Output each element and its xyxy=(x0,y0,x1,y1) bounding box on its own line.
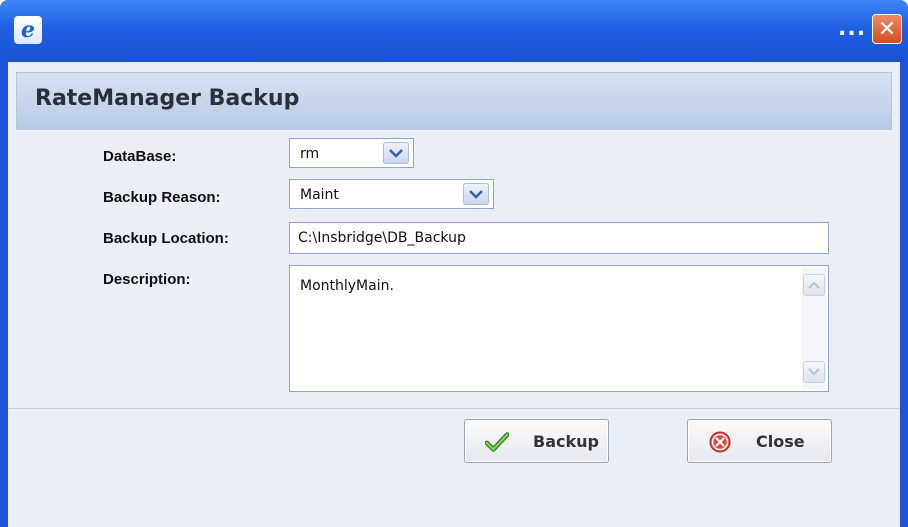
close-button[interactable]: Close xyxy=(687,419,832,463)
description-text: MonthlyMain. xyxy=(300,278,394,294)
title-ellipsis: ... xyxy=(838,16,867,41)
backup-location-input[interactable]: C:\Insbridge\DB_Backup xyxy=(289,222,829,254)
backup-button[interactable]: Backup xyxy=(464,419,609,463)
chevron-down-icon[interactable] xyxy=(463,183,489,205)
description-textarea[interactable]: MonthlyMain. xyxy=(289,265,829,392)
checkmark-icon xyxy=(485,430,509,454)
scroll-down-icon[interactable] xyxy=(803,361,825,383)
dialog-client-area: RateManager Backup DataBase: rm Backup R… xyxy=(8,62,900,527)
chevron-down-icon[interactable] xyxy=(383,142,409,164)
dialog-title: RateManager Backup xyxy=(35,86,300,111)
window-close-button[interactable]: ✕ xyxy=(872,14,902,44)
description-scrollbar[interactable] xyxy=(802,268,826,389)
backup-reason-select[interactable]: Maint xyxy=(289,179,494,209)
description-label: Description: xyxy=(103,271,191,288)
backup-button-label: Backup xyxy=(533,432,599,451)
scroll-up-icon[interactable] xyxy=(803,274,825,296)
backup-reason-label: Backup Reason: xyxy=(103,189,221,206)
backup-reason-select-value: Maint xyxy=(300,187,339,203)
close-icon: ✕ xyxy=(877,16,897,42)
red-x-circle-icon xyxy=(708,430,732,454)
internet-explorer-icon: e xyxy=(14,16,42,44)
dialog-window: e ... ✕ RateManager Backup DataBase: rm … xyxy=(0,0,908,527)
dialog-header: RateManager Backup xyxy=(16,72,892,130)
database-select-value: rm xyxy=(300,146,320,162)
footer-divider xyxy=(8,408,900,409)
title-bar[interactable]: e ... ✕ xyxy=(0,0,908,62)
close-button-label: Close xyxy=(756,432,805,451)
database-select[interactable]: rm xyxy=(289,138,414,168)
backup-location-label: Backup Location: xyxy=(103,230,229,247)
database-label: DataBase: xyxy=(103,148,177,165)
